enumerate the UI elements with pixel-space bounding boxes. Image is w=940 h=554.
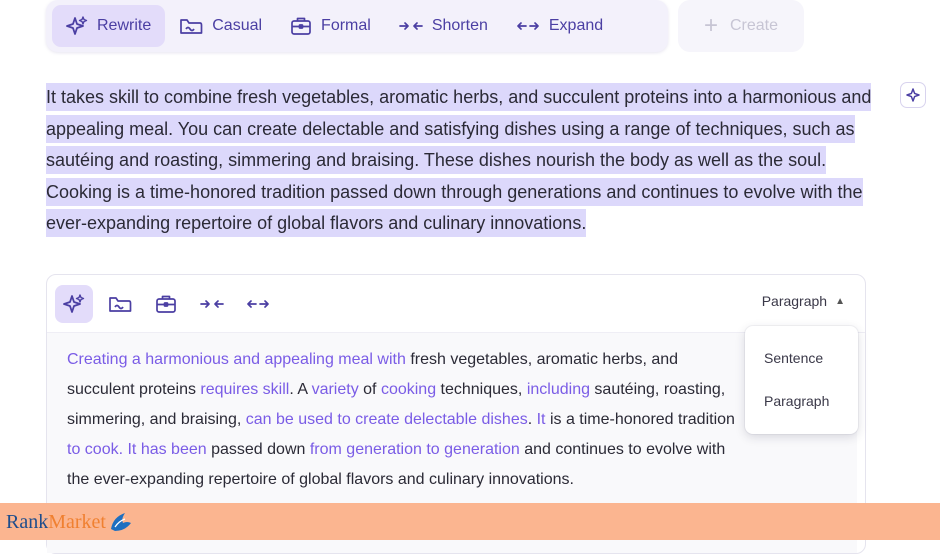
briefcase-icon bbox=[156, 295, 176, 313]
casual-button[interactable]: Casual bbox=[165, 5, 276, 47]
kept-text-segment: techniques, bbox=[436, 381, 527, 398]
rewrite-toolbar: Rewrite Casual Formal Shorten Expand bbox=[46, 0, 668, 52]
mode-select[interactable]: Paragraph ▲ bbox=[762, 293, 845, 309]
kept-text-segment: is a time-honored tradition bbox=[545, 411, 735, 428]
card-toolbar: Paragraph ▲ bbox=[47, 275, 865, 333]
shorten-icon bbox=[398, 22, 423, 30]
kept-text-segment: . bbox=[527, 411, 537, 428]
added-text-segment: from generation to generation bbox=[309, 441, 520, 458]
kept-text-segment: . A bbox=[289, 381, 312, 398]
rewrite-label: Rewrite bbox=[97, 17, 152, 34]
formal-icon-button[interactable] bbox=[147, 285, 185, 323]
casual-icon-button[interactable] bbox=[101, 285, 139, 323]
added-text-segment: It bbox=[536, 411, 546, 428]
logo-text-rank: Rank bbox=[6, 510, 49, 533]
kept-text-segment: of bbox=[358, 381, 381, 398]
mode-dropdown-menu: Sentence Paragraph bbox=[745, 326, 858, 434]
create-button[interactable]: + Create bbox=[678, 0, 804, 52]
dropdown-option-paragraph[interactable]: Paragraph bbox=[764, 393, 829, 409]
rewrite-icon-button[interactable] bbox=[55, 284, 93, 323]
added-text-segment: including bbox=[526, 381, 590, 398]
formal-button[interactable]: Formal bbox=[276, 5, 385, 47]
briefcase-icon bbox=[291, 17, 311, 35]
create-label: Create bbox=[729, 17, 779, 34]
added-text-segment: to cook. It has been bbox=[67, 441, 207, 458]
chevron-up-icon: ▲ bbox=[835, 295, 845, 307]
expand-icon bbox=[517, 22, 539, 30]
selected-paragraph[interactable]: It takes skill to combine fresh vegetabl… bbox=[46, 82, 886, 240]
watermark-banner bbox=[0, 503, 940, 540]
dropdown-option-sentence[interactable]: Sentence bbox=[764, 350, 823, 366]
shorten-label: Shorten bbox=[431, 17, 488, 34]
rewrite-button[interactable]: Rewrite bbox=[52, 5, 166, 47]
shorten-icon bbox=[200, 299, 224, 308]
added-text-segment: variety bbox=[311, 381, 359, 398]
sparkle-icon bbox=[66, 16, 88, 35]
shorten-icon-button[interactable] bbox=[193, 285, 231, 323]
casual-label: Casual bbox=[212, 17, 263, 34]
expand-icon bbox=[247, 299, 269, 308]
sparkle-icon bbox=[63, 293, 85, 313]
expand-button[interactable]: Expand bbox=[502, 5, 617, 47]
sparkle-icon bbox=[906, 88, 920, 102]
formal-label: Formal bbox=[321, 17, 371, 34]
casual-icon bbox=[109, 296, 132, 312]
added-text-segment: requires skill bbox=[200, 381, 290, 398]
ai-assist-button[interactable] bbox=[900, 82, 926, 108]
casual-icon bbox=[180, 19, 203, 34]
fish-icon bbox=[110, 513, 131, 531]
expand-icon-button[interactable] bbox=[239, 285, 277, 323]
plus-icon: + bbox=[703, 12, 718, 39]
expand-label: Expand bbox=[548, 17, 604, 34]
selected-text-highlight: It takes skill to combine fresh vegetabl… bbox=[46, 83, 872, 237]
added-text-segment: can be used to create delectable dishes bbox=[245, 411, 528, 428]
kept-text-segment: passed down bbox=[206, 441, 310, 458]
added-text-segment: cooking bbox=[380, 381, 437, 398]
shorten-button[interactable]: Shorten bbox=[385, 5, 502, 47]
rankmarket-logo: Rank Market bbox=[6, 505, 133, 539]
logo-text-market: Market bbox=[48, 510, 106, 533]
added-text-segment: Creating a harmonious and appealing meal… bbox=[67, 351, 406, 368]
mode-select-label: Paragraph bbox=[761, 293, 828, 309]
